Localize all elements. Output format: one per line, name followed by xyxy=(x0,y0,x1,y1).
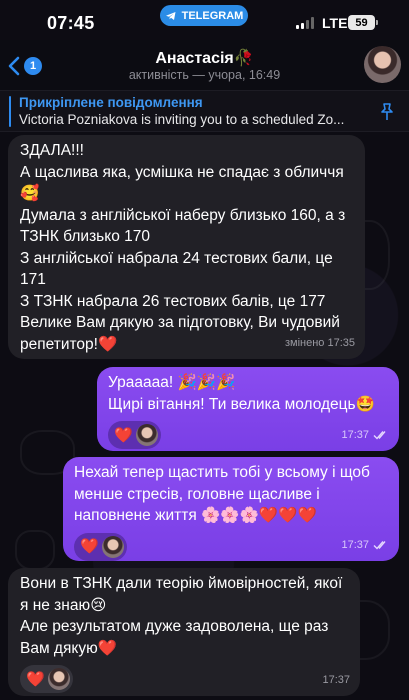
message-meta: 17:37 xyxy=(341,425,389,447)
message-bubble-outgoing[interactable]: Нехай тепер щастить тобі у всьому і щоб … xyxy=(63,457,399,561)
message-meta: змінено 17:35 xyxy=(285,333,355,355)
double-check-icon xyxy=(373,431,386,440)
reaction-chip[interactable]: ❤️ xyxy=(74,532,127,561)
contact-avatar[interactable] xyxy=(364,46,401,83)
reactions-row: ❤️ xyxy=(20,665,350,693)
message-time: змінено 17:35 xyxy=(284,336,355,349)
message-text: Урааааа! 🎉🎉🎉 Щирі вітання! Ти велика мол… xyxy=(108,374,375,413)
pinned-indicator xyxy=(9,96,11,127)
heart-reaction-icon: ❤️ xyxy=(80,537,99,555)
status-time: 07:45 xyxy=(47,13,95,33)
telegram-pill[interactable]: TELEGRAM xyxy=(160,5,248,26)
reaction-chip[interactable]: ❤️ xyxy=(108,421,161,449)
reaction-chip[interactable]: ❤️ xyxy=(20,665,73,693)
message-time: 17:37 xyxy=(322,673,350,686)
chat-title[interactable]: Анастасія🥀 xyxy=(0,48,409,68)
message-time: 17:37 xyxy=(341,538,369,551)
message-text: ЗДАЛА!!! А щаслива яка, усмішка не спада… xyxy=(20,142,346,353)
pinned-text: Victoria Pozniakova is inviting you to a… xyxy=(19,112,345,127)
battery-icon: 59 xyxy=(348,15,378,30)
message-bubble-incoming[interactable]: Вони в ТЗНК дали теорію ймовірностей, як… xyxy=(8,568,360,696)
reactor-avatar xyxy=(47,668,70,690)
telegram-icon xyxy=(165,11,176,20)
signal-icon xyxy=(296,17,314,29)
heart-reaction-icon: ❤️ xyxy=(114,425,133,444)
double-check-icon xyxy=(373,541,386,550)
telegram-pill-label: TELEGRAM xyxy=(181,9,244,22)
network-type: LTE xyxy=(322,15,348,31)
message-meta: 17:37 xyxy=(322,670,350,692)
reactor-avatar xyxy=(101,535,124,558)
status-bar: 07:45 TELEGRAM LTE 59 xyxy=(0,0,409,40)
message-meta: 17:37 xyxy=(341,535,389,557)
pinned-title: Прикріплене повідомлення xyxy=(19,95,203,110)
heart-reaction-icon: ❤️ xyxy=(26,669,45,688)
battery-level: 59 xyxy=(355,16,368,29)
message-bubble-outgoing[interactable]: Урааааа! 🎉🎉🎉 Щирі вітання! Ти велика мол… xyxy=(97,367,399,451)
reactor-avatar xyxy=(135,424,158,446)
message-text: Нехай тепер щастить тобі у всьому і щоб … xyxy=(74,464,375,524)
chat-header: 1 Анастасія🥀 активність — учора, 16:49 xyxy=(0,40,409,90)
pinned-message-bar[interactable]: Прикріплене повідомлення Victoria Poznia… xyxy=(0,90,409,132)
chat-last-seen: активність — учора, 16:49 xyxy=(128,68,281,82)
message-text: Вони в ТЗНК дали теорію ймовірностей, як… xyxy=(20,575,343,657)
pin-icon[interactable] xyxy=(379,103,395,121)
message-time: 17:37 xyxy=(341,428,369,441)
message-bubble-incoming[interactable]: ЗДАЛА!!! А щаслива яка, усмішка не спада… xyxy=(8,135,365,359)
